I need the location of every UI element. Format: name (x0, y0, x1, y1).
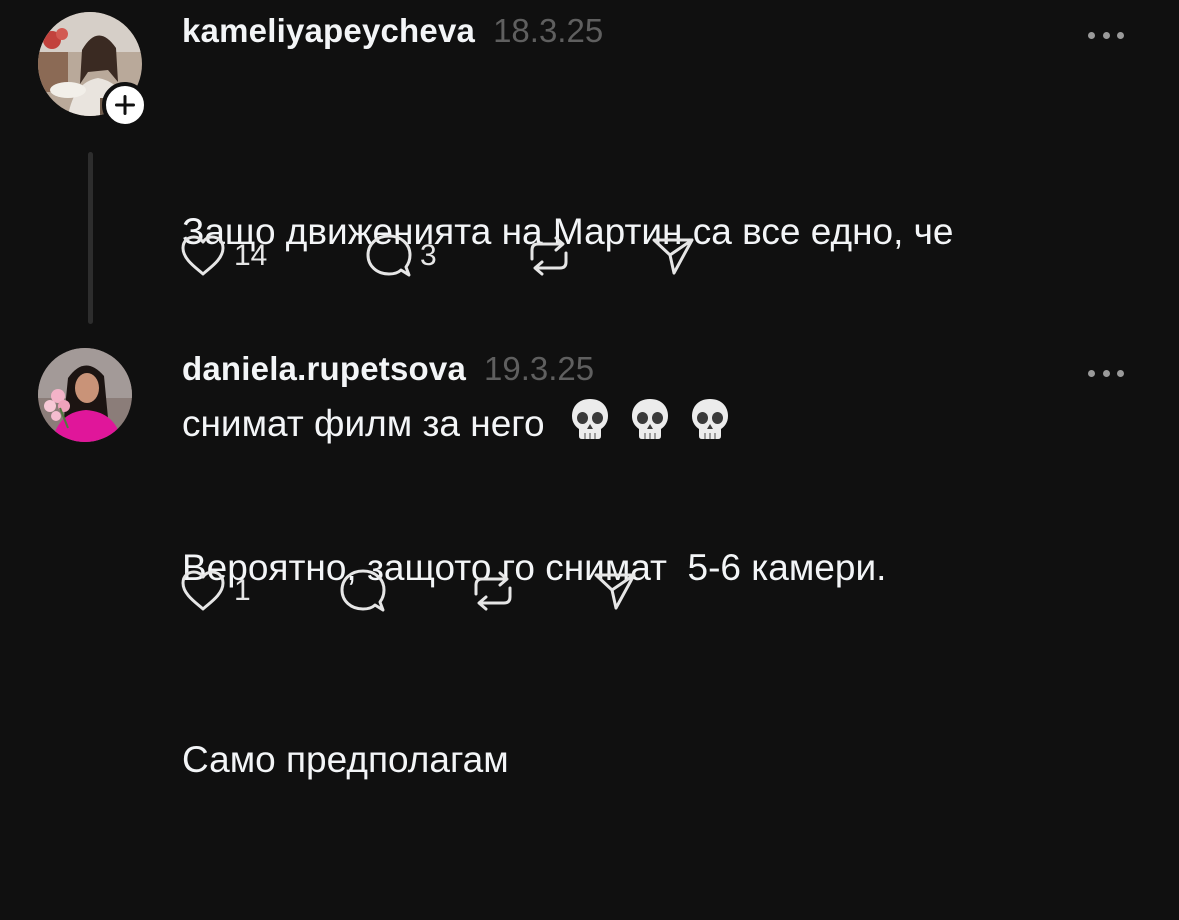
send-icon (652, 238, 694, 275)
more-dots-icon[interactable] (1088, 28, 1124, 42)
plus-icon (115, 95, 135, 115)
reply-button[interactable]: 3 (366, 233, 437, 279)
comment-text-line: Само предполагам (182, 739, 509, 780)
comment-text-line: Вероятно, защото го снимат 5-6 камери. (182, 547, 887, 588)
like-count: 1 (234, 574, 251, 607)
send-icon (594, 573, 636, 610)
like-count: 14 (234, 239, 268, 272)
like-button[interactable]: 1 (180, 568, 251, 614)
timestamp: 18.3.25 (493, 12, 604, 49)
comment-item: kameliyapeycheva 18.3.25 Защо движенията… (0, 0, 1179, 444)
repost-icon (530, 236, 568, 276)
username[interactable]: daniela.rupetsova (182, 350, 466, 388)
repost-button[interactable] (468, 568, 518, 614)
comment-text: Вероятно, защото го снимат 5-6 камери. С… (182, 408, 1162, 920)
avatar-photo (38, 348, 132, 442)
follow-button[interactable] (102, 82, 148, 128)
repost-button[interactable] (524, 233, 574, 279)
reply-count: 3 (420, 239, 437, 272)
avatar[interactable] (38, 348, 132, 442)
like-button[interactable]: 14 (180, 233, 267, 279)
comment-item: daniela.rupetsova 19.3.25 Вероятно, защо… (0, 330, 1179, 780)
more-dots-icon[interactable] (1088, 366, 1124, 380)
timestamp: 19.3.25 (484, 350, 595, 387)
comment-bubble-icon (340, 569, 386, 612)
share-button[interactable] (592, 568, 638, 614)
heart-icon (181, 570, 225, 611)
thread-line (88, 152, 93, 324)
username[interactable]: kameliyapeycheva (182, 12, 475, 50)
comment-header: kameliyapeycheva 18.3.25 (182, 12, 603, 50)
repost-icon (474, 571, 512, 611)
comment-header: daniela.rupetsova 19.3.25 (182, 350, 594, 388)
reply-button[interactable] (340, 568, 394, 614)
comment-bubble-icon (366, 234, 412, 277)
heart-icon (181, 235, 225, 276)
share-button[interactable] (650, 233, 696, 279)
